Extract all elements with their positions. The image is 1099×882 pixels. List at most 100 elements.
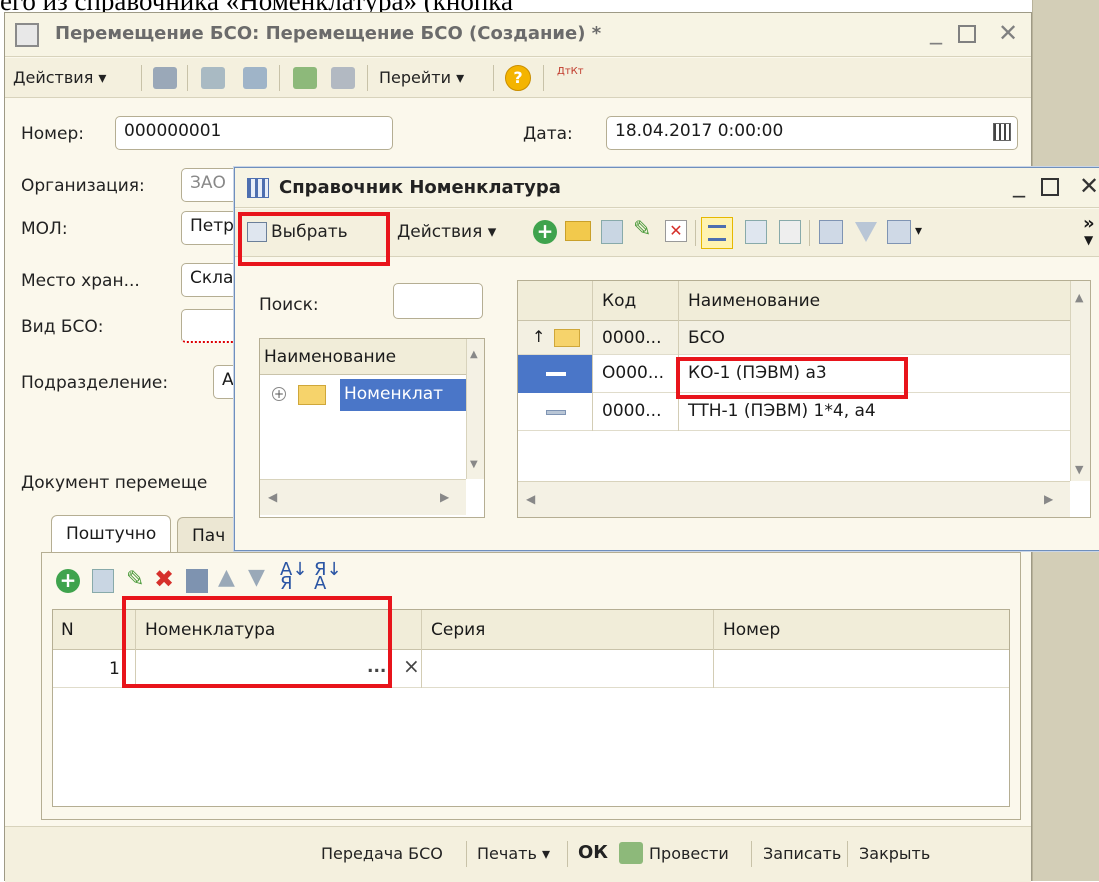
header-number[interactable]: Номер (723, 620, 780, 640)
tab-batch[interactable]: Пач (177, 517, 239, 555)
tab-per-item[interactable]: Поштучно (51, 515, 172, 553)
history-icon[interactable] (779, 220, 801, 244)
main-toolbar: Действия ▾ Перейти ▾ ? ДтКт (5, 58, 1031, 98)
save-button[interactable]: Записать (763, 844, 841, 863)
header-series[interactable]: Серия (431, 620, 485, 640)
doc-label: Документ перемеще (21, 473, 208, 493)
scroll-down-icon[interactable]: ▼ (470, 459, 478, 470)
delete-item-icon[interactable]: ✕ (665, 220, 687, 242)
list-vertical-scrollbar[interactable]: ▲ ▼ (1070, 281, 1090, 481)
save-icon[interactable] (153, 67, 177, 89)
column-separator (592, 321, 593, 355)
tree-vertical-scrollbar[interactable]: ▲ ▼ (466, 339, 484, 479)
separator (466, 841, 467, 867)
actions-menu[interactable]: Действия ▾ (13, 68, 106, 87)
copy-item-icon[interactable] (601, 220, 623, 244)
close-button[interactable]: Закрыть (859, 844, 930, 863)
transfer-bso-button[interactable]: Передача БСО (321, 844, 443, 863)
search-label: Поиск: (259, 295, 319, 315)
item-name: ТТН-1 (ПЭВМ) 1*4, а4 (688, 401, 876, 421)
org-field[interactable]: ЗАО (181, 168, 241, 202)
date-field[interactable]: 18.04.2017 0:00:00 (606, 116, 1018, 150)
delete-row-icon[interactable]: ✖ (154, 565, 174, 593)
filter-icon[interactable] (819, 220, 843, 244)
move-up-icon[interactable]: ▲ (218, 565, 235, 590)
scroll-right-icon[interactable]: ▶ (1044, 492, 1053, 506)
print-menu[interactable]: Печать ▾ (477, 844, 550, 863)
mol-field[interactable]: Петр (181, 211, 241, 245)
chevron-down-icon[interactable]: ▾ (915, 223, 922, 239)
maximize-icon[interactable] (958, 25, 976, 43)
post-button[interactable]: Провести (649, 844, 729, 863)
scroll-up-icon[interactable]: ▲ (470, 349, 478, 360)
column-separator (592, 281, 593, 321)
help-icon[interactable]: ? (505, 65, 531, 91)
add-group-icon[interactable] (565, 221, 591, 241)
scroll-down-icon[interactable]: ▼ (1075, 463, 1083, 476)
org-label: Организация: (21, 176, 145, 196)
fill-icon[interactable] (186, 569, 208, 593)
folder-icon (554, 329, 580, 347)
hierarchy-toggle[interactable] (701, 217, 733, 249)
status-bar: Передача БСО Печать ▾ ОК Провести Записа… (5, 826, 1031, 882)
sort-asc-icon[interactable]: А↓ Я (280, 561, 307, 593)
scroll-left-icon[interactable]: ◀ (526, 492, 535, 506)
select-level-icon[interactable] (745, 220, 767, 244)
filter-list-icon[interactable] (887, 220, 911, 244)
minimize-icon[interactable]: _ (930, 17, 942, 45)
calendar-icon[interactable] (993, 123, 1011, 141)
dialog-actions-menu[interactable]: Действия ▾ (397, 222, 496, 242)
copy-row-icon[interactable] (92, 569, 114, 593)
scroll-left-icon[interactable]: ◀ (268, 490, 277, 504)
window-title: Перемещение БСО: Перемещение БСО (Создан… (55, 23, 602, 44)
toolbar-overflow-icon[interactable]: » (1083, 213, 1095, 234)
scroll-up-icon[interactable]: ▲ (1075, 291, 1083, 304)
filter-off-icon[interactable] (855, 222, 877, 242)
separator (187, 65, 188, 91)
goto-menu[interactable]: Перейти ▾ (379, 68, 464, 87)
expand-icon[interactable]: + (272, 387, 286, 401)
header-code[interactable]: Код (602, 291, 636, 311)
edit-item-icon[interactable]: ✎ (633, 217, 651, 242)
sort-desc-icon[interactable]: Я↓ А (314, 561, 342, 593)
close-icon[interactable]: ✕ (1079, 172, 1099, 200)
arrow-up-icon: ↑ (532, 327, 546, 346)
bso-type-field[interactable] (181, 309, 241, 343)
scroll-right-icon[interactable]: ▶ (440, 490, 449, 504)
unpost-icon[interactable] (331, 67, 355, 89)
header-n[interactable]: N (61, 620, 74, 640)
tree-header-label[interactable]: Наименование (264, 347, 396, 367)
dialog-title: Справочник Номенклатура (279, 177, 561, 198)
close-icon[interactable]: ✕ (998, 19, 1018, 47)
header-name[interactable]: Наименование (688, 291, 820, 311)
mol-label: МОЛ: (21, 219, 68, 239)
division-label: Подразделение: (21, 373, 169, 393)
maximize-icon[interactable] (1041, 178, 1059, 196)
add-item-icon[interactable]: + (533, 220, 557, 244)
separator (751, 841, 752, 867)
chevron-down-icon[interactable]: ▼ (1084, 233, 1093, 247)
move-down-icon[interactable]: ▼ (248, 565, 265, 590)
refresh-icon[interactable] (201, 67, 225, 89)
item-icon (546, 410, 566, 415)
place-field[interactable]: Скла (181, 263, 241, 297)
list-header-row: Код Наименование (518, 281, 1070, 321)
edit-row-icon[interactable]: ✎ (126, 567, 144, 592)
post-icon[interactable] (293, 67, 317, 89)
list-item[interactable]: ↑ 0000... БСО (518, 321, 1070, 355)
tree-item-nomenclature[interactable]: Номенклат (340, 379, 466, 411)
clear-button[interactable]: × (403, 654, 420, 678)
number-field[interactable]: 000000001 (115, 116, 393, 150)
dtkt-icon[interactable]: ДтКт (557, 67, 584, 77)
ok-button[interactable]: ОК (578, 842, 608, 863)
tree-horizontal-scrollbar[interactable]: ◀ ▶ (260, 479, 466, 515)
minimize-icon[interactable]: _ (1013, 170, 1025, 198)
separator (543, 65, 544, 91)
separator (847, 841, 848, 867)
item-icon (546, 372, 566, 376)
search-input[interactable] (393, 283, 483, 319)
item-code: O000... (602, 363, 665, 383)
copy-icon[interactable] (243, 67, 267, 89)
list-horizontal-scrollbar[interactable]: ◀ ▶ (518, 481, 1070, 517)
add-row-icon[interactable]: + (56, 569, 80, 593)
